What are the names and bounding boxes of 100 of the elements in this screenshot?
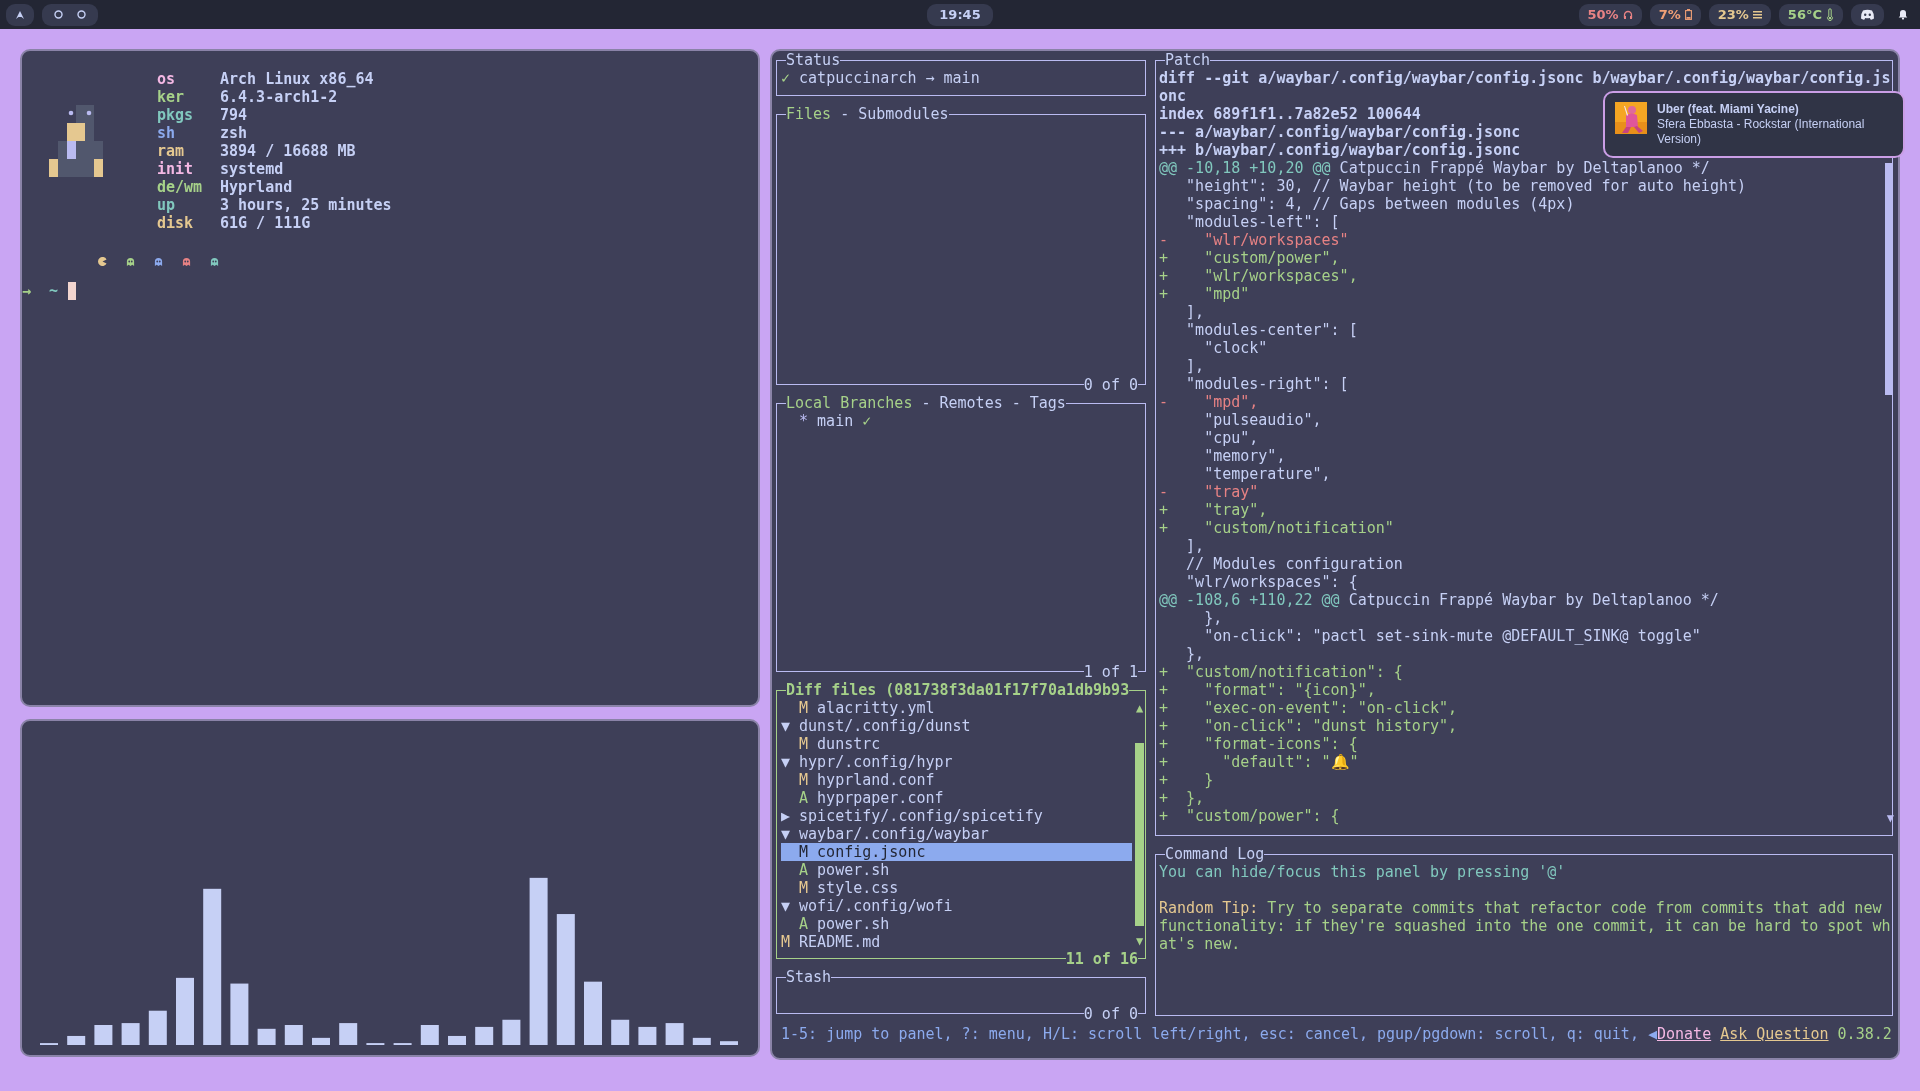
panel-title: Diff files (081738f3da01f17f70a1db9b93: [786, 681, 1130, 699]
info-value: Hyprland: [220, 178, 294, 196]
repo-status: ✓ catpuccinarch → main: [781, 69, 981, 87]
diff-line: onc: [1159, 87, 1187, 105]
info-value: 3894 / 16688 MB: [220, 142, 357, 160]
file-row[interactable]: A hyprpaper.conf: [781, 789, 1132, 807]
panel-title: Patch: [1165, 51, 1211, 69]
folder-row[interactable]: ▶ spicetify/.config/spicetify: [781, 807, 1132, 825]
info-value: 794: [220, 106, 249, 124]
diff-line: - "tray": [1159, 483, 1259, 501]
info-value: Arch Linux x86_64: [220, 70, 375, 88]
panel-tab[interactable]: Tags: [1029, 394, 1066, 412]
info-label: sh: [157, 124, 177, 142]
log-message: You can hide/focus this panel by pressing '@': [1159, 863, 1567, 881]
diff-line: + "format-icons": {: [1159, 735, 1358, 753]
diff-line: + "exec-on-event": "on-click",: [1159, 699, 1457, 717]
notification-body: Sfera Ebbasta - Rockstar (International Version): [1657, 117, 1866, 147]
diff-line: + "wlr/workspaces",: [1159, 267, 1358, 285]
diff-line: index 689f1f1..7a82e52 100644: [1159, 105, 1421, 123]
diff-line: +++ b/waybar/.config/waybar/config.jsonc: [1159, 141, 1521, 159]
diff-line: ],: [1185, 357, 1205, 375]
ask-question-link[interactable]: Ask Question: [1720, 1025, 1829, 1043]
prompt-arrow: →: [22, 282, 32, 300]
file-row[interactable]: M alacritty.yml: [781, 699, 1132, 717]
launcher-button[interactable]: [6, 3, 34, 26]
panel-title: Command Log: [1165, 845, 1265, 863]
battery-indicator[interactable]: 7%: [1649, 3, 1701, 26]
headphones-icon: [1622, 9, 1633, 20]
scroll-up-arrow[interactable]: ▲: [1135, 699, 1144, 717]
diff-line: },: [1203, 609, 1223, 627]
prompt-path: ~: [49, 282, 59, 300]
tab-separator: -: [921, 394, 931, 412]
info-value: 3 hours, 25 minutes: [220, 196, 392, 214]
tip-text: Random Tip: Try to separate commits that refactor code from commits that add new functionality: if they're squashed into the one commit, it can be hard to spot wh at's new.: [1159, 899, 1892, 953]
diff-line: - "wlr/workspaces": [1159, 231, 1349, 249]
info-value: systemd: [220, 160, 285, 178]
panel-tab[interactable]: Submodules: [858, 105, 949, 123]
folder-row[interactable]: ▼ hypr/.config/hypr: [781, 753, 1132, 771]
info-value: 61G / 111G: [220, 214, 312, 232]
diff-line: "height": 30, // Waybar height (to be removed for auto height): [1185, 177, 1746, 195]
diff-line: "wlr/workspaces": {: [1185, 573, 1358, 591]
workspace-icon[interactable]: [54, 10, 63, 19]
diff-line: ],: [1185, 303, 1205, 321]
folder-row[interactable]: ▼ waybar/.config/waybar: [781, 825, 1132, 843]
volume-indicator[interactable]: 50%: [1578, 3, 1642, 26]
triangle-icon: ◀: [1647, 1025, 1657, 1043]
diff-line: "modules-right": [: [1185, 375, 1349, 393]
lines-icon: [1752, 10, 1762, 19]
panel-tab[interactable]: Files: [786, 105, 832, 123]
diff-line: - "mpd",: [1159, 393, 1259, 411]
notification-title: Uber (feat. Miami Yacine): [1657, 102, 1800, 117]
panel-title: Status: [786, 51, 841, 69]
file-row[interactable]: M config.jsonc: [781, 843, 1132, 861]
file-row[interactable]: M style.css: [781, 879, 1132, 897]
diff-line: "pulseaudio",: [1203, 411, 1322, 429]
workspace-icon[interactable]: [77, 10, 86, 19]
scrollbar-thumb[interactable]: [1885, 163, 1892, 395]
chat-app-button[interactable]: [1851, 3, 1884, 26]
tab-separator: -: [1011, 394, 1021, 412]
tab-separator: -: [840, 105, 850, 123]
keybinding-hints: 1-5: jump to panel, ?: menu, H/L: scroll left/right, esc: cancel, pgup/pgdown: scroll, q: quit,: [781, 1025, 1639, 1043]
scrollbar-thumb[interactable]: [1135, 743, 1144, 926]
info-label: up: [157, 196, 177, 214]
diff-line: + "custom/notification": [1159, 519, 1394, 537]
info-value: zsh: [220, 124, 249, 142]
scroll-down-arrow[interactable]: ▼: [1135, 932, 1144, 950]
folder-row[interactable]: ▼ wofi/.config/wofi: [781, 897, 1132, 915]
version-text: 0.38.2: [1837, 1025, 1892, 1043]
memory-indicator[interactable]: 23%: [1708, 3, 1771, 26]
diff-line: "temperature",: [1203, 465, 1331, 483]
thermometer-icon: [1826, 8, 1834, 21]
diff-line: @@ -108,6 +110,22 @@ Catpuccin Frappé Waybar by Deltaplanoo */: [1159, 591, 1719, 609]
diff-line: ],: [1185, 537, 1205, 555]
diff-line: + "custom/power": {: [1159, 807, 1340, 825]
diff-line: + "tray",: [1159, 501, 1268, 519]
panel-tab[interactable]: Remotes: [939, 394, 1003, 412]
file-row[interactable]: A power.sh: [781, 861, 1132, 879]
clock-text: 19:45: [927, 3, 993, 26]
diff-line: "spacing": 4, // Gaps between modules (4px): [1185, 195, 1575, 213]
diff-line: + "custom/power",: [1159, 249, 1340, 267]
diff-line: --- a/waybar/.config/waybar/config.jsonc: [1159, 123, 1521, 141]
diff-line: "clock": [1203, 339, 1268, 357]
file-row[interactable]: M dunstrc: [781, 735, 1132, 753]
diff-line: + "format": "{icon}",: [1159, 681, 1376, 699]
panel-tab[interactable]: Local Branches: [786, 394, 913, 412]
info-label: de/wm: [157, 178, 204, 196]
file-row[interactable]: M hyprland.conf: [781, 771, 1132, 789]
donate-link[interactable]: Donate: [1657, 1025, 1712, 1043]
panel-title: Stash: [786, 968, 832, 986]
branch-row[interactable]: * main ✓: [781, 412, 1144, 430]
info-label: pkgs: [157, 106, 195, 124]
diff-line: // Modules configuration: [1185, 555, 1403, 573]
folder-row[interactable]: ▼ dunst/.config/dunst: [781, 717, 1132, 735]
file-row[interactable]: A power.sh: [781, 915, 1132, 933]
info-label: init: [157, 160, 195, 178]
text-cursor: [68, 282, 77, 300]
launcher-icon: [15, 9, 25, 20]
diff-line: "on-click": "pactl set-sink-mute @DEFAULT_SINK@ toggle": [1203, 627, 1701, 645]
file-row[interactable]: M README.md: [781, 933, 1132, 951]
temperature-indicator[interactable]: 56°C: [1778, 3, 1843, 26]
